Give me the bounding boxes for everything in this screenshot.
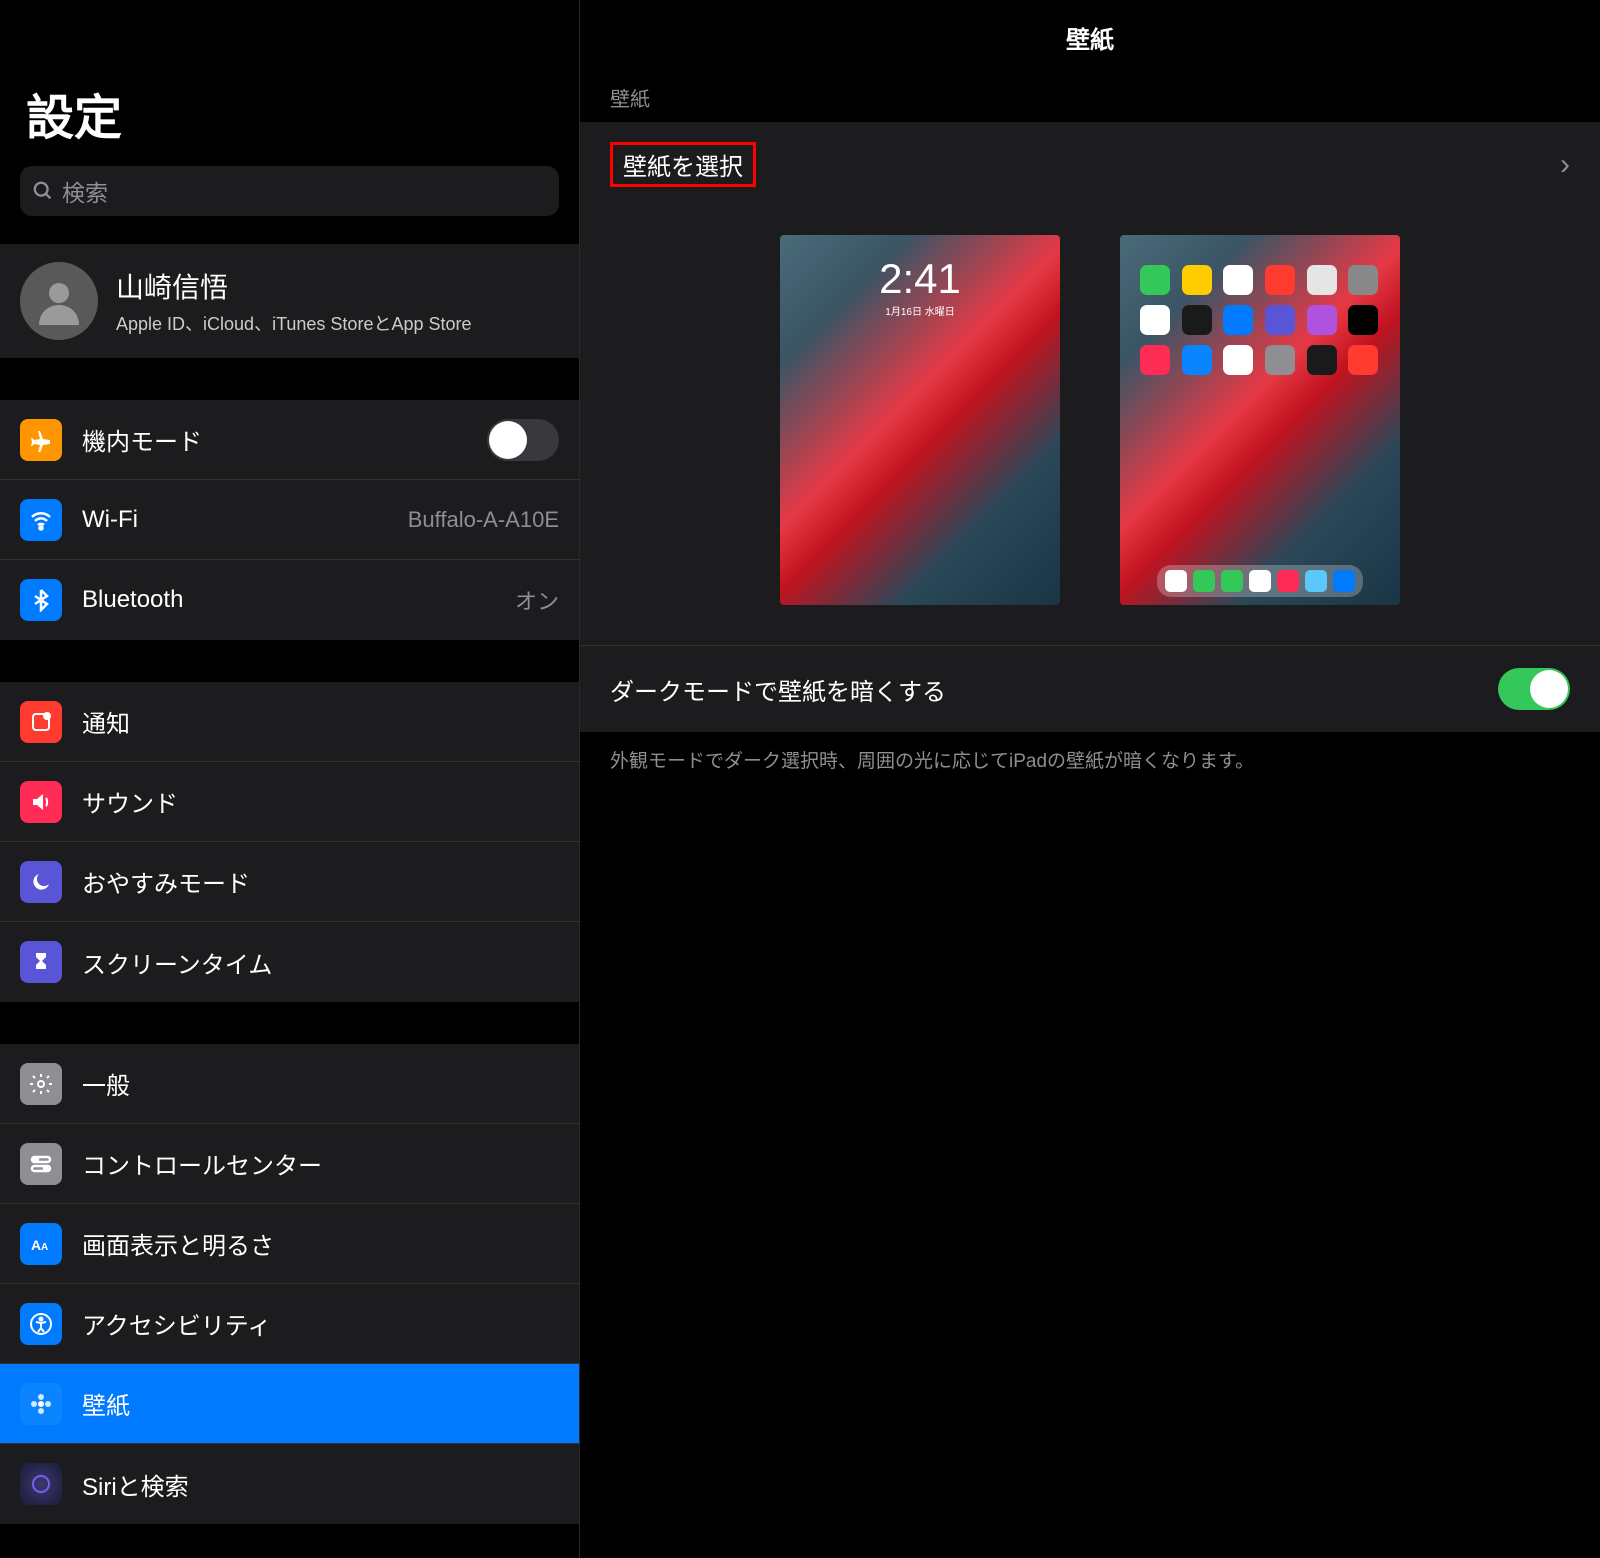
sidebar-item-siri[interactable]: Siriと検索: [0, 1444, 579, 1524]
main-panel: 壁紙 壁紙 壁紙を選択 › 2:41 1月16日 水曜日: [580, 0, 1600, 1558]
search-input[interactable]: 検索: [20, 166, 559, 216]
search-icon: [32, 180, 54, 202]
sidebar-group-2: 通知 サウンド おやすみモード スクリーンタイム: [0, 682, 579, 1002]
wallpaper-panel: 壁紙を選択 › 2:41 1月16日 水曜日: [580, 122, 1600, 732]
moon-icon: [20, 861, 62, 903]
dim-wallpaper-row: ダークモードで壁紙を暗くする: [580, 646, 1600, 732]
sidebar-item-dnd[interactable]: おやすみモード: [0, 842, 579, 922]
choose-wallpaper-label: 壁紙を選択: [610, 142, 756, 187]
profile-name: 山崎信悟: [116, 266, 472, 306]
bluetooth-value: オン: [515, 584, 559, 616]
profile-row[interactable]: 山崎信悟 Apple ID、iCloud、iTunes StoreとApp St…: [0, 244, 579, 358]
avatar: [20, 262, 98, 340]
sidebar-item-label: Bluetooth: [82, 586, 495, 614]
sidebar-item-label: 壁紙: [82, 1386, 559, 1421]
text-size-icon: AA: [20, 1223, 62, 1265]
sidebar-item-sounds[interactable]: サウンド: [0, 762, 579, 842]
airplane-toggle[interactable]: [487, 419, 559, 461]
footer-note: 外観モードでダーク選択時、周囲の光に応じてiPadの壁紙が暗くなります。: [580, 732, 1600, 787]
bluetooth-icon: [20, 579, 62, 621]
sidebar-group-1: 機内モード Wi-Fi Buffalo-A-A10E Bluetooth オン: [0, 400, 579, 640]
lock-screen-preview[interactable]: 2:41 1月16日 水曜日: [780, 235, 1060, 605]
wifi-value: Buffalo-A-A10E: [408, 507, 559, 533]
svg-text:A: A: [41, 1242, 48, 1253]
sidebar-item-label: コントロールセンター: [82, 1146, 559, 1181]
sidebar-item-accessibility[interactable]: アクセシビリティ: [0, 1284, 579, 1364]
sidebar-item-label: Wi-Fi: [82, 506, 388, 534]
siri-icon: [20, 1463, 62, 1505]
hourglass-icon: [20, 941, 62, 983]
sidebar-item-wifi[interactable]: Wi-Fi Buffalo-A-A10E: [0, 480, 579, 560]
sidebar-item-display[interactable]: AA 画面表示と明るさ: [0, 1204, 579, 1284]
sidebar-item-label: サウンド: [82, 784, 559, 819]
sidebar-item-general[interactable]: 一般: [0, 1044, 579, 1124]
toggles-icon: [20, 1143, 62, 1185]
sounds-icon: [20, 781, 62, 823]
lock-time: 2:41: [780, 255, 1060, 303]
sidebar-item-wallpaper[interactable]: 壁紙: [0, 1364, 579, 1444]
accessibility-icon: [20, 1303, 62, 1345]
sidebar-item-label: 一般: [82, 1066, 559, 1101]
gear-icon: [20, 1063, 62, 1105]
sidebar-item-screentime[interactable]: スクリーンタイム: [0, 922, 579, 1002]
settings-sidebar: 設定 検索 山崎信悟 Apple ID、iCloud、iTunes Storeと…: [0, 0, 580, 1558]
wifi-icon: [20, 499, 62, 541]
lock-date: 1月16日 水曜日: [780, 303, 1060, 318]
sidebar-item-label: おやすみモード: [82, 864, 559, 899]
sidebar-item-label: 通知: [82, 704, 559, 739]
airplane-icon: [20, 419, 62, 461]
section-label: 壁紙: [580, 83, 1600, 122]
sidebar-item-label: スクリーンタイム: [82, 945, 559, 980]
dim-wallpaper-label: ダークモードで壁紙を暗くする: [610, 672, 946, 707]
choose-wallpaper-row[interactable]: 壁紙を選択 ›: [580, 122, 1600, 207]
sidebar-item-label: アクセシビリティ: [82, 1306, 559, 1341]
sidebar-item-bluetooth[interactable]: Bluetooth オン: [0, 560, 579, 640]
profile-subtitle: Apple ID、iCloud、iTunes StoreとApp Store: [116, 310, 472, 336]
sidebar-group-3: 一般 コントロールセンター AA 画面表示と明るさ アクセシビリティ 壁紙 Si…: [0, 1044, 579, 1524]
sidebar-item-control[interactable]: コントロールセンター: [0, 1124, 579, 1204]
sidebar-item-notifications[interactable]: 通知: [0, 682, 579, 762]
wallpaper-previews: 2:41 1月16日 水曜日: [580, 207, 1600, 646]
chevron-right-icon: ›: [1560, 148, 1570, 182]
flower-icon: [20, 1383, 62, 1425]
search-wrap: 検索: [0, 166, 579, 244]
sidebar-title: 設定: [0, 0, 579, 166]
sidebar-item-airplane[interactable]: 機内モード: [0, 400, 579, 480]
sidebar-item-label: 機内モード: [82, 422, 467, 457]
dim-wallpaper-toggle[interactable]: [1498, 668, 1570, 710]
dock: [1157, 565, 1363, 597]
page-title: 壁紙: [580, 0, 1600, 83]
home-screen-preview[interactable]: [1120, 235, 1400, 605]
sidebar-item-label: 画面表示と明るさ: [82, 1226, 559, 1261]
search-placeholder: 検索: [62, 174, 108, 208]
svg-text:A: A: [31, 1237, 41, 1253]
sidebar-item-label: Siriと検索: [82, 1467, 559, 1502]
notifications-icon: [20, 701, 62, 743]
